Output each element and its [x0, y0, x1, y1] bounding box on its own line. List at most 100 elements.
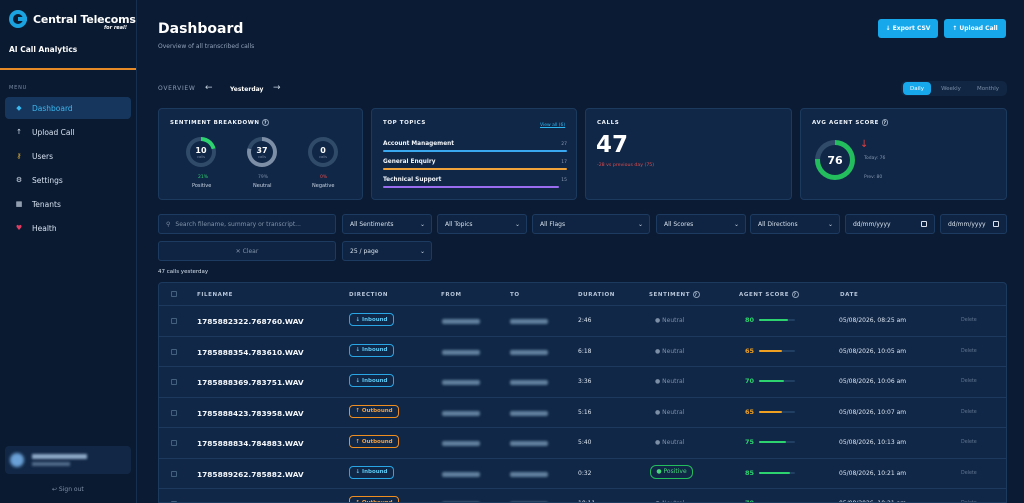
sentiment-filter[interactable]: All Sentiments ⌄ [342, 214, 432, 234]
sidebar-item-dashboard[interactable]: ◆ Dashboard [5, 97, 131, 119]
table-row[interactable]: 1785888354.783610.WAV ↓ Inbound 6:18 ● Neut… [159, 335, 1006, 366]
to-number-redacted [510, 441, 548, 446]
agent-score-cell: 70 [745, 377, 755, 385]
row-checkbox[interactable] [171, 318, 177, 324]
gear-icon: ⚙ [15, 176, 23, 184]
delete-button[interactable]: Delete [961, 440, 977, 445]
sidebar-item-upload-call[interactable]: ↑ Upload Call [5, 121, 131, 143]
user-profile[interactable] [5, 446, 131, 474]
topic-filter[interactable]: All Topics ⌄ [437, 214, 527, 234]
tab-monthly[interactable]: Monthly [970, 82, 1006, 95]
diamond-icon: ◆ [16, 104, 22, 112]
period-toggle: Daily Weekly Monthly [901, 81, 1007, 96]
page-size-select[interactable]: 25 / page ⌄ [342, 241, 432, 261]
direction-header[interactable]: DIRECTION [349, 292, 388, 298]
flag-filter[interactable]: All Flags ⌄ [532, 214, 650, 234]
previous-period-button[interactable]: ← [205, 83, 213, 93]
agent-score-fill [759, 410, 783, 413]
agent-score-header[interactable]: AGENT SCORE ? [739, 291, 799, 298]
view-all-topics-link[interactable]: View all (6) [540, 123, 565, 128]
info-icon[interactable]: ? [881, 119, 889, 126]
positive-label: Positive [192, 183, 212, 189]
agent-score-fill [759, 380, 785, 382]
select-all-checkbox[interactable] [171, 291, 177, 297]
filename-cell[interactable]: 1785888354.783610.WAV [197, 348, 304, 357]
direction-filter[interactable]: All Directions ⌄ [750, 214, 840, 234]
clear-filters-button[interactable]: ✕ Clear [158, 241, 336, 261]
table-row[interactable]: 1785888369.783751.WAV ↓ Inbound 3:36 ● Neut… [159, 366, 1006, 396]
from-number-redacted [442, 380, 480, 385]
sentiment-header[interactable]: SENTIMENT ? [649, 291, 700, 298]
search-icon: ⚲ [166, 220, 171, 228]
row-checkbox[interactable] [171, 379, 177, 385]
agent-score-fill [759, 441, 786, 443]
search-input[interactable]: ⚲ Search filename, summary or transcript.… [158, 214, 336, 234]
calendar-icon [921, 221, 927, 227]
delete-button[interactable]: Delete [961, 379, 977, 384]
ring-unit: calls [319, 154, 327, 159]
topic-count: 27 [561, 142, 567, 147]
filename-cell[interactable]: 1785888423.783958.WAV [197, 409, 304, 418]
ring-unit: calls [197, 154, 205, 159]
topic-row[interactable]: Technical Support 15 [383, 177, 567, 188]
next-period-button[interactable]: → [273, 83, 281, 93]
chevron-down-icon: ⌄ [419, 248, 425, 255]
delete-button[interactable]: Delete [961, 349, 977, 354]
info-icon: ? [791, 291, 799, 298]
date-header[interactable]: DATE [840, 292, 858, 298]
sidebar-item-tenants[interactable]: ▦ Tenants [5, 193, 131, 215]
table-row[interactable]: 1785889262.785882.WAV ↓ Inbound 0:32 ● Posi… [159, 457, 1006, 488]
topic-row[interactable]: Account Management 27 [383, 141, 567, 152]
table-row[interactable]: 1785889288.786447.WAV↑ Outbound10:11● Ne… [159, 488, 1006, 502]
export-csv-button[interactable]: ↓ Export CSV [878, 19, 938, 38]
overview-label: OVERVIEW [158, 85, 196, 92]
table-row[interactable]: 1785882322.768760.WAV ↓ Inbound 2:46 ● Neut… [159, 305, 1006, 335]
date-cell: 05/08/2026, 10:21 am [839, 469, 907, 477]
date-from-input[interactable]: dd/mm/yyyy [845, 214, 935, 234]
sidebar-item-label: Tenants [32, 199, 61, 209]
calendar-icon [993, 221, 999, 227]
filename-header[interactable]: FILENAME [197, 292, 233, 298]
sidebar-item-health[interactable]: ♥ Health [5, 217, 131, 239]
direction-badge: ↓ Inbound [349, 465, 394, 479]
row-checkbox[interactable] [171, 348, 177, 355]
from-header[interactable]: FROM [441, 292, 462, 298]
table-row[interactable]: 1785888834.784883.WAV ↑ Outbound 5:40 ● Neu… [159, 427, 1006, 457]
filename-cell[interactable]: 1785888834.784883.WAV [197, 439, 304, 448]
delete-button[interactable]: Delete [961, 410, 977, 415]
sign-out-link[interactable]: ↩ Sign out [52, 486, 84, 493]
sidebar-item-users[interactable]: ⚷ Users [5, 145, 131, 167]
row-checkbox[interactable] [171, 470, 177, 477]
row-checkbox[interactable] [171, 409, 177, 416]
upload-call-button[interactable]: ↑ Upload Call [944, 19, 1006, 38]
table-row[interactable]: 1785888423.783958.WAV ↑ Outbound 5:16 ● Neu… [159, 396, 1006, 427]
info-icon[interactable]: ? [262, 119, 270, 126]
score-filter[interactable]: All Scores ⌄ [656, 214, 746, 234]
upload-icon: ↑ [16, 128, 22, 136]
user-name-redacted [32, 454, 87, 459]
info-icon: ? [692, 291, 700, 298]
sidebar-item-settings[interactable]: ⚙ Settings [5, 169, 131, 191]
duration-cell: 5:16 [578, 408, 592, 416]
filename-cell[interactable]: 1785888369.783751.WAV [197, 378, 304, 387]
row-checkbox[interactable] [171, 440, 177, 446]
filename-cell[interactable]: 1785889262.785882.WAV [197, 470, 304, 479]
ring-unit: calls [258, 154, 266, 159]
sentiment-badge: ● Neutral [655, 317, 685, 324]
delete-button[interactable]: Delete [961, 318, 977, 323]
sidebar-item-label: Health [32, 223, 57, 233]
page-title: Dashboard [158, 21, 244, 37]
tab-weekly[interactable]: Weekly [934, 82, 968, 95]
tab-daily[interactable]: Daily [903, 82, 931, 95]
positive-percent: 21% [198, 175, 209, 180]
calls-title: CALLS [597, 120, 620, 126]
delete-button[interactable]: Delete [961, 471, 977, 476]
filename-cell[interactable]: 1785882322.768760.WAV [197, 317, 304, 326]
duration-cell: 3:36 [578, 378, 592, 385]
topic-row[interactable]: General Enquiry 17 [383, 159, 567, 170]
date-to-input[interactable]: dd/mm/yyyy [940, 214, 1007, 234]
topic-count: 17 [561, 160, 567, 165]
duration-header[interactable]: DURATION [578, 292, 615, 298]
to-header[interactable]: TO [510, 292, 520, 298]
avatar [10, 453, 24, 467]
